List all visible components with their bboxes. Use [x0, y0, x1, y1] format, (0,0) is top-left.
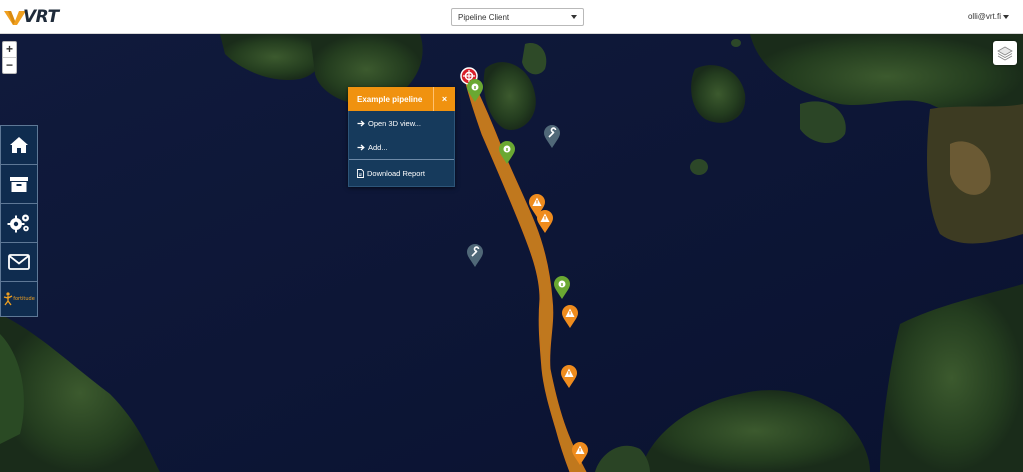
menu-item-download-report[interactable]: Download Report	[349, 160, 454, 186]
warning-marker-icon[interactable]	[560, 365, 578, 389]
file-pdf-icon	[357, 168, 364, 178]
gears-icon	[7, 214, 29, 233]
warning-marker-icon[interactable]	[571, 442, 589, 466]
menu-item-label: Add...	[368, 142, 388, 152]
info-marker-icon[interactable]	[498, 141, 516, 165]
menu-item-label: Open 3D view...	[368, 118, 421, 128]
user-menu[interactable]: olli@vrt.fi	[968, 12, 1009, 21]
sidebar-item-archive[interactable]	[1, 165, 37, 204]
warning-marker-icon[interactable]	[536, 210, 554, 234]
popup-menu: Open 3D view... Add... Download Report	[348, 111, 455, 187]
sidebar-item-fortitude[interactable]: fortitude	[1, 282, 37, 316]
zoom-control: + −	[2, 41, 17, 74]
envelope-icon	[8, 254, 30, 270]
zoom-in-button[interactable]: +	[3, 42, 16, 57]
zoom-out-button[interactable]: −	[3, 57, 16, 73]
sidebar-item-home[interactable]	[1, 126, 37, 165]
top-bar: VRT Pipeline Client olli@vrt.fi	[0, 0, 1023, 34]
sidebar-item-messages[interactable]	[1, 243, 37, 282]
arrow-right-icon	[357, 144, 365, 150]
vrt-logo[interactable]: VRT	[4, 7, 59, 27]
warning-marker-icon[interactable]	[561, 305, 579, 329]
info-marker-icon[interactable]	[553, 276, 571, 300]
fortitude-figure-icon	[4, 292, 13, 306]
map-imagery	[0, 34, 1023, 472]
user-email: olli@vrt.fi	[967, 12, 1001, 21]
arrow-right-icon	[357, 120, 365, 126]
logo-text: VRT	[23, 7, 59, 27]
close-button[interactable]: ×	[433, 87, 455, 111]
menu-item-add[interactable]: Add...	[349, 135, 454, 159]
menu-item-label: Download Report	[367, 168, 425, 178]
satellite-map[interactable]	[0, 34, 1023, 472]
sidebar: fortitude	[0, 125, 38, 317]
pipeline-popup: Example pipeline × Open 3D view... Add..…	[348, 87, 455, 187]
tool-marker-icon[interactable]	[543, 125, 561, 149]
chevron-down-icon	[571, 15, 577, 19]
tool-marker-icon[interactable]	[466, 244, 484, 268]
user-menu-caret-icon	[1003, 14, 1009, 19]
layers-button[interactable]	[993, 41, 1017, 65]
info-marker-icon[interactable]	[466, 79, 484, 103]
archive-icon	[10, 177, 28, 192]
fortitude-label: fortitude	[13, 296, 35, 302]
menu-item-open-3d-view[interactable]: Open 3D view...	[349, 111, 454, 135]
popup-header: Example pipeline ×	[348, 87, 455, 111]
client-select-value: Pipeline Client	[458, 12, 510, 22]
popup-title: Example pipeline	[357, 94, 423, 104]
home-icon	[10, 137, 28, 153]
client-select[interactable]: Pipeline Client	[451, 8, 584, 26]
fortitude-logo: fortitude	[3, 292, 35, 306]
layers-icon	[997, 46, 1013, 61]
sidebar-item-settings[interactable]	[1, 204, 37, 243]
